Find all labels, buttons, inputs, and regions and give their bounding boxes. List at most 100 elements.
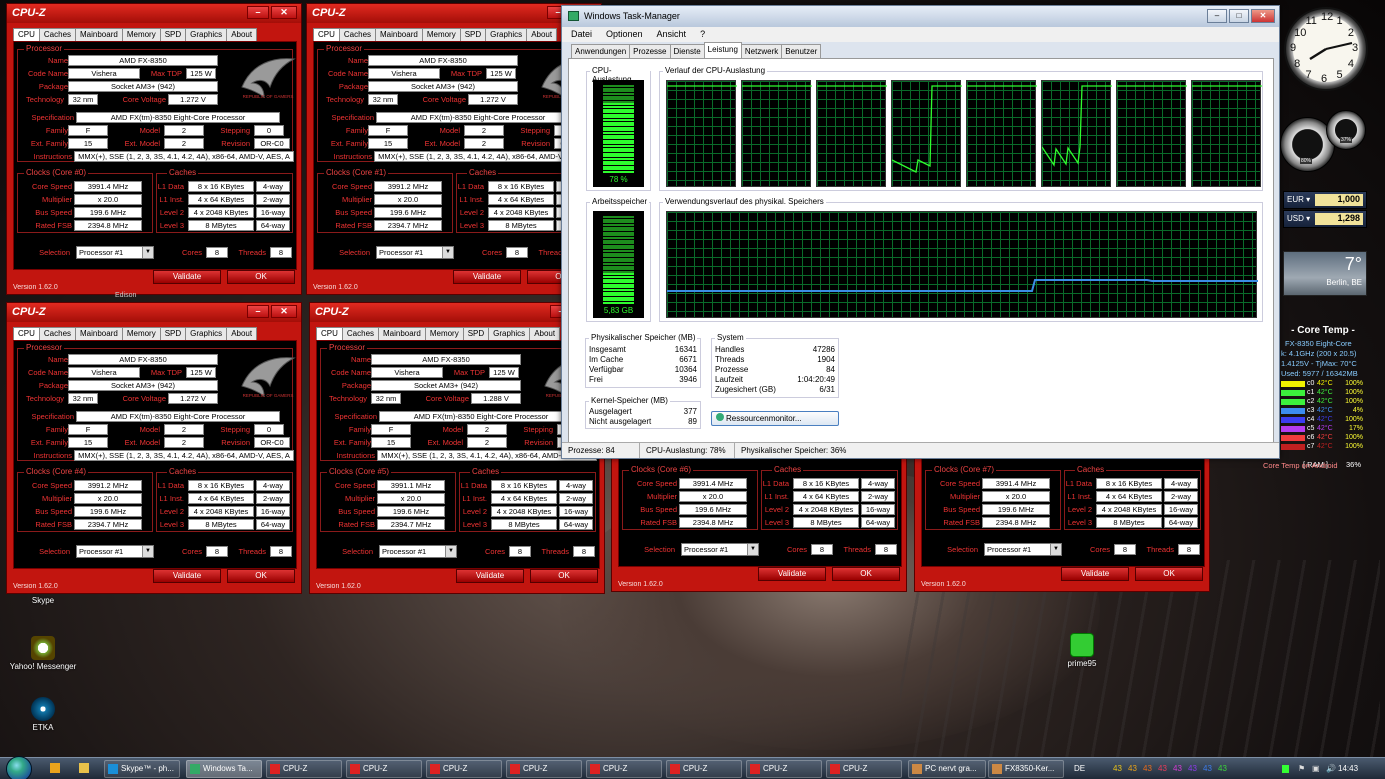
cpuz-tab-memory[interactable]: Memory	[121, 28, 161, 41]
minimize-button[interactable]: –	[1207, 9, 1227, 23]
resource-monitor-button[interactable]: Ressourcenmonitor...	[711, 411, 839, 426]
cpuz-tab-mainboard[interactable]: Mainboard	[378, 327, 426, 340]
quicklaunch-media-icon[interactable]	[47, 760, 69, 778]
taskbar-item-fx8350-ker[interactable]: FX8350-Ker...	[988, 760, 1064, 778]
minimize-button[interactable]: –	[247, 305, 269, 318]
cpuz-tab-graphics[interactable]: Graphics	[488, 327, 531, 340]
cpuz-tab-caches[interactable]: Caches	[338, 28, 377, 41]
taskbar-item-cpu-z[interactable]: CPU-Z	[266, 760, 342, 778]
cpuz-titlebar[interactable]: CPU-Z –✕	[310, 303, 604, 322]
cpuz-tab-spd[interactable]: SPD	[462, 327, 490, 340]
quicklaunch-explorer-icon[interactable]	[76, 760, 98, 778]
cpuz-tab-memory[interactable]: Memory	[424, 327, 464, 340]
tray-core-temp[interactable]: 43	[1218, 758, 1227, 779]
menu-datei[interactable]: Datei	[571, 27, 592, 42]
cpuz-titlebar[interactable]: CPU-Z –✕	[307, 4, 601, 23]
cpuz-window-2[interactable]: CPU-Z – ✕ CPU Caches Mainboard Memory SPD Graph…	[6, 302, 302, 594]
desktop-icon-skype[interactable]: Skype	[3, 596, 83, 605]
cpuz-tab-graphics[interactable]: Graphics	[185, 28, 228, 41]
cpuz-tab-cpu[interactable]: CPU	[313, 28, 340, 41]
ok-button[interactable]: OK	[530, 569, 598, 583]
tray-flag-icon[interactable]: ⚑	[1298, 758, 1305, 779]
close-button[interactable]: ✕	[271, 305, 297, 318]
cpuz-tab-about[interactable]: About	[529, 327, 561, 340]
tray-battery-icon[interactable]	[1282, 765, 1289, 773]
weather-gadget[interactable]: 7° Berlin, BE	[1283, 251, 1367, 296]
tray-clock[interactable]: 14:43	[1338, 758, 1358, 779]
cpuz-titlebar[interactable]: CPU-Z –✕	[7, 303, 301, 322]
cpuz-tab-memory[interactable]: Memory	[121, 327, 161, 340]
processor-select[interactable]: Processor #1 ▼	[984, 543, 1062, 556]
taskbar-item-cpu-z[interactable]: CPU-Z	[746, 760, 822, 778]
cpuz-tab-graphics[interactable]: Graphics	[485, 28, 528, 41]
cpuz-window-0[interactable]: CPU-Z – ✕ CPU Caches Mainboard Memory SPD Graph…	[6, 3, 302, 295]
cpuz-tab-about[interactable]: About	[226, 28, 258, 41]
minimize-button[interactable]: –	[247, 6, 269, 19]
menu-ansicht[interactable]: Ansicht	[657, 27, 687, 42]
maximize-button[interactable]: □	[1229, 9, 1249, 23]
ram-meter-gadget[interactable]: 37%	[1326, 110, 1366, 150]
cpuz-tab-spd[interactable]: SPD	[159, 28, 187, 41]
tray-core-temp[interactable]: 43	[1188, 758, 1197, 779]
close-button[interactable]: ✕	[271, 6, 297, 19]
cpuz-window-1[interactable]: CPU-Z –✕ CPUCachesMainboardMemorySPDGraph…	[306, 3, 602, 295]
tray-language[interactable]: DE	[1074, 758, 1085, 779]
close-button[interactable]: ✕	[1251, 9, 1275, 23]
ok-button[interactable]: OK	[832, 567, 900, 581]
tray-core-temp[interactable]: 43	[1128, 758, 1137, 779]
start-button[interactable]	[6, 756, 32, 779]
core-temp-gadget[interactable]: - Core Temp - FX-8350 Eight-Core k: 4.1G…	[1263, 325, 1367, 470]
cpuz-tab-spd[interactable]: SPD	[159, 327, 187, 340]
cpuz-tab-spd[interactable]: SPD	[459, 28, 487, 41]
taskbar-item-cpu-z[interactable]: CPU-Z	[426, 760, 502, 778]
tray-network-icon[interactable]: ▣	[1312, 758, 1320, 779]
cpuz-tab-cpu[interactable]: CPU	[13, 327, 40, 340]
cpuz-titlebar[interactable]: CPU-Z –✕	[7, 4, 301, 23]
validate-button[interactable]: Validate	[758, 567, 826, 581]
ok-button[interactable]: OK	[227, 270, 295, 284]
taskbar-item-windows-ta[interactable]: Windows Ta...	[186, 760, 262, 778]
cpuz-tab-caches[interactable]: Caches	[38, 327, 77, 340]
validate-button[interactable]: Validate	[153, 569, 221, 583]
tab-leistung[interactable]: Leistung	[703, 42, 742, 58]
cpuz-tab-caches[interactable]: Caches	[341, 327, 380, 340]
cpuz-tab-graphics[interactable]: Graphics	[185, 327, 228, 340]
menu-help[interactable]: ?	[700, 27, 705, 42]
taskbar-item-cpu-z[interactable]: CPU-Z	[666, 760, 742, 778]
validate-button[interactable]: Validate	[153, 270, 221, 284]
currency-row-usd[interactable]: USD ▾ 1,298	[1283, 210, 1367, 228]
processor-select[interactable]: Processor #1 ▼	[76, 545, 154, 558]
cpuz-tab-mainboard[interactable]: Mainboard	[375, 28, 423, 41]
processor-select[interactable]: Processor #1 ▼	[376, 246, 454, 259]
cpuz-tab-cpu[interactable]: CPU	[316, 327, 343, 340]
processor-select[interactable]: Processor #1 ▼	[379, 545, 457, 558]
desktop-icon-yahoo-messenger[interactable]: Yahoo! Messenger	[3, 636, 83, 671]
tray-core-temp[interactable]: 43	[1203, 758, 1212, 779]
taskbar-item-cpu-z[interactable]: CPU-Z	[346, 760, 422, 778]
taskbar-item-pc-nervt-gra[interactable]: PC nervt gra...	[908, 760, 986, 778]
validate-button[interactable]: Validate	[456, 569, 524, 583]
task-manager-titlebar[interactable]: Windows Task-Manager – □ ✕	[562, 6, 1279, 27]
tray-core-temp[interactable]: 43	[1143, 758, 1152, 779]
tray-core-temp[interactable]: 43	[1113, 758, 1122, 779]
cpuz-tab-caches[interactable]: Caches	[38, 28, 77, 41]
taskbar-item-cpu-z[interactable]: CPU-Z	[826, 760, 902, 778]
tray-core-temp[interactable]: 43	[1173, 758, 1182, 779]
taskbar-item-cpu-z[interactable]: CPU-Z	[506, 760, 582, 778]
clock-gadget[interactable]: 12 1 2 3 4 5 6 7 8 9 10 11	[1284, 7, 1368, 91]
currency-row-eur[interactable]: EUR ▾ 1,000	[1283, 191, 1367, 209]
cpuz-tab-cpu[interactable]: CPU	[13, 28, 40, 41]
ok-button[interactable]: OK	[227, 569, 295, 583]
cpuz-tab-memory[interactable]: Memory	[421, 28, 461, 41]
desktop-icon-etka[interactable]: ETKA	[3, 697, 83, 732]
task-manager-window[interactable]: Windows Task-Manager – □ ✕ Datei Optione…	[561, 5, 1280, 459]
cpuz-tab-about[interactable]: About	[526, 28, 558, 41]
menu-optionen[interactable]: Optionen	[606, 27, 643, 42]
processor-select[interactable]: Processor #1 ▼	[681, 543, 759, 556]
taskbar-item-cpu-z[interactable]: CPU-Z	[586, 760, 662, 778]
cpuz-tab-mainboard[interactable]: Mainboard	[75, 28, 123, 41]
cpuz-tab-about[interactable]: About	[226, 327, 258, 340]
tray-volume-icon[interactable]: 🔊	[1326, 758, 1336, 779]
processor-select[interactable]: Processor #1 ▼	[76, 246, 154, 259]
desktop-icon-prime95[interactable]: prime95	[1042, 633, 1122, 668]
